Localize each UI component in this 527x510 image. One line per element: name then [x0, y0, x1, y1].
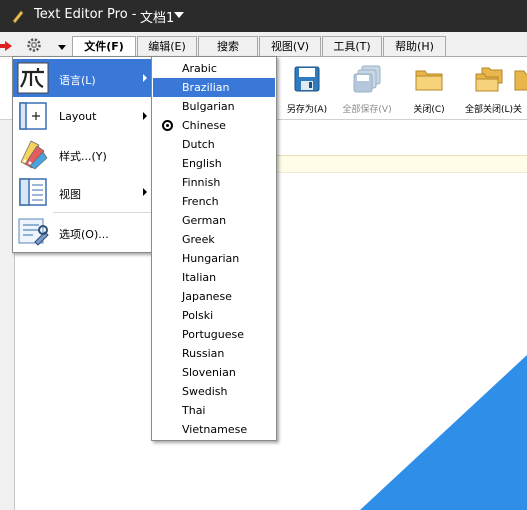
language-item-japanese[interactable]: Japanese	[153, 287, 275, 306]
language-item-slovenian[interactable]: Slovenian	[153, 363, 275, 382]
folder-close-icon	[415, 70, 443, 91]
language-label: Japanese	[182, 290, 232, 303]
gear-icon[interactable]	[26, 37, 42, 53]
language-label: Italian	[182, 271, 217, 284]
close-all-button[interactable]: 全部关闭(L)	[459, 65, 519, 115]
language-item-polski[interactable]: Polski	[153, 306, 275, 325]
title-bar: Text Editor Pro - 文档1	[0, 0, 527, 32]
menu-item-language[interactable]: 语言(L)	[13, 59, 154, 97]
save-as-icon	[294, 66, 320, 92]
partial-folder-label: 关	[513, 105, 523, 115]
language-label: Brazilian	[182, 81, 230, 94]
save-as-button[interactable]: 另存为(A)	[277, 65, 337, 115]
app-title: Text Editor Pro -	[34, 7, 137, 22]
language-item-greek[interactable]: Greek	[153, 230, 275, 249]
tab-view[interactable]: 视图(V)	[259, 36, 321, 56]
language-label: German	[182, 214, 227, 227]
language-item-italian[interactable]: Italian	[153, 268, 275, 287]
save-all-label: 全部保存(V)	[342, 105, 392, 115]
language-item-russian[interactable]: Russian	[153, 344, 275, 363]
tab-tools[interactable]: 工具(T)	[322, 36, 382, 56]
language-label: Slovenian	[182, 366, 236, 379]
menu-label-view: 视图	[59, 188, 81, 201]
save-as-label: 另存为(A)	[286, 105, 328, 115]
view-icon	[19, 178, 47, 206]
language-label: Dutch	[182, 138, 215, 151]
document-dropdown-icon[interactable]	[174, 12, 184, 18]
language-label: Swedish	[182, 385, 228, 398]
language-label: Portuguese	[182, 328, 244, 341]
menu-item-view[interactable]: 视图	[13, 173, 154, 211]
save-all-icon	[353, 65, 381, 93]
language-item-german[interactable]: German	[153, 211, 275, 230]
layout-icon	[19, 102, 47, 130]
options-icon	[18, 218, 49, 246]
submenu-arrow-icon	[143, 74, 147, 82]
language-item-dutch[interactable]: Dutch	[153, 135, 275, 154]
language-item-french[interactable]: French	[153, 192, 275, 211]
tab-edit[interactable]: 编辑(E)	[137, 36, 197, 56]
language-item-bulgarian[interactable]: Bulgarian	[153, 97, 275, 116]
folder-close-all-icon	[475, 67, 503, 92]
language-item-chinese[interactable]: Chinese	[153, 116, 275, 135]
language-label: Polski	[182, 309, 214, 322]
tab-file[interactable]: 文件(F)	[72, 36, 136, 57]
save-all-button[interactable]: 全部保存(V)	[337, 65, 397, 115]
palette-icon	[20, 140, 48, 170]
language-item-english[interactable]: English	[153, 154, 275, 173]
tab-help[interactable]: 帮助(H)	[383, 36, 446, 56]
tab-search[interactable]: 搜索	[198, 36, 258, 56]
language-item-hungarian[interactable]: Hungarian	[153, 249, 275, 268]
partial-folder-button[interactable]: 关	[513, 65, 527, 115]
language-label: Vietnamese	[182, 423, 248, 436]
language-label: Hungarian	[182, 252, 240, 265]
menu-item-layout[interactable]: Layout	[13, 97, 154, 135]
close-button[interactable]: 关闭(C)	[399, 65, 459, 115]
settings-menu: 语言(L) Layout 样式...(Y) 视图 选项(O)...	[12, 56, 155, 253]
language-label: Russian	[182, 347, 225, 360]
red-pointer-arrow	[0, 41, 12, 51]
language-item-vietnamese[interactable]: Vietnamese	[153, 420, 275, 439]
language-item-arabic[interactable]: Arabic	[153, 59, 275, 78]
close-all-label: 全部关闭(L)	[464, 105, 514, 115]
document-name[interactable]: 文档1	[140, 7, 174, 26]
language-label: French	[182, 195, 219, 208]
language-icon	[17, 62, 49, 94]
menu-label-style: 样式...(Y)	[59, 150, 107, 163]
language-label: Chinese	[182, 119, 226, 132]
language-label: Arabic	[182, 62, 217, 75]
close-label: 关闭(C)	[413, 105, 445, 115]
radio-checked-icon	[162, 120, 173, 131]
menu-item-options[interactable]: 选项(O)...	[13, 213, 154, 251]
language-item-portuguese[interactable]: Portuguese	[153, 325, 275, 344]
menu-label-layout: Layout	[59, 110, 97, 123]
menu-item-style[interactable]: 样式...(Y)	[13, 135, 154, 173]
menu-label-language: 语言(L)	[59, 74, 96, 87]
pen-logo-icon	[12, 10, 24, 24]
language-label: Bulgarian	[182, 100, 235, 113]
folder-icon	[514, 70, 527, 91]
language-submenu: Arabic Brazilian Bulgarian Chinese Dutch…	[151, 56, 277, 441]
menu-label-options: 选项(O)...	[59, 228, 109, 241]
language-label: Thai	[182, 404, 206, 417]
language-label: Finnish	[182, 176, 221, 189]
language-item-brazilian[interactable]: Brazilian	[153, 78, 275, 97]
menu-dropdown-icon[interactable]	[58, 45, 66, 50]
language-label: Greek	[182, 233, 215, 246]
language-item-thai[interactable]: Thai	[153, 401, 275, 420]
language-item-finnish[interactable]: Finnish	[153, 173, 275, 192]
language-label: English	[182, 157, 222, 170]
submenu-arrow-icon	[143, 112, 147, 120]
submenu-arrow-icon	[143, 188, 147, 196]
language-item-swedish[interactable]: Swedish	[153, 382, 275, 401]
